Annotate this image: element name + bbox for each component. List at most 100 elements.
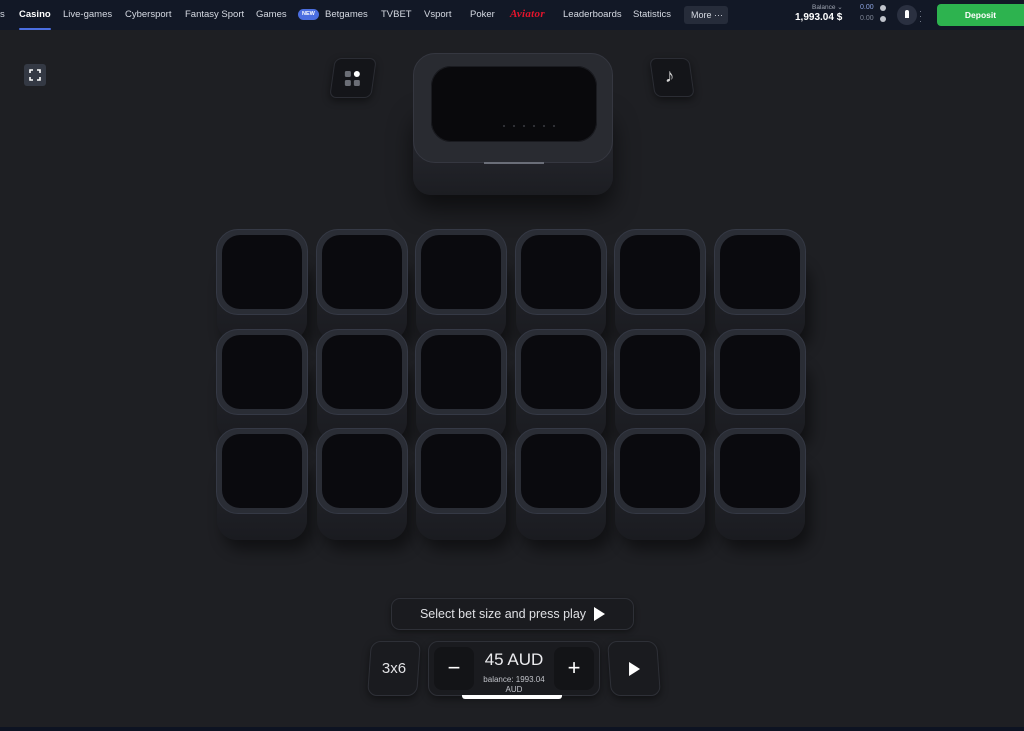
tile-face [719,334,800,409]
tile-face [321,235,402,309]
dispenser-slot [484,162,544,164]
nav-item-statistics[interactable]: Statistics [633,0,671,30]
footer-strip [0,727,1024,731]
tile-top [514,229,607,315]
tile-face [620,235,700,309]
nav-item-poker[interactable]: Poker [470,0,495,30]
tile-face [421,434,501,508]
tile-face [421,235,501,309]
tile-top [415,328,507,415]
grid-menu-icon [344,71,361,87]
top-navigation-bar: s Casino Live-games Cybersport Fantasy S… [0,0,1024,30]
grid-size-label: 3x6 [381,660,407,677]
tile-top [614,328,706,415]
tile-top [315,229,408,315]
tile-face [620,334,700,409]
nav-item-casino[interactable]: Casino [19,0,51,30]
game-tile[interactable] [514,428,607,540]
nav-item-leaderboards[interactable]: Leaderboards [563,0,622,30]
tile-top [216,229,308,315]
music-toggle-button[interactable]: ♪ [649,58,695,97]
nav-item-betgames[interactable]: Betgames [325,0,368,30]
play-icon [629,662,641,676]
game-tile[interactable] [713,428,806,540]
dispenser-indicator-dots [503,125,555,127]
game-tile[interactable] [415,328,507,441]
tile-face [620,434,700,508]
tile-face [719,235,800,309]
tile-top [415,428,507,514]
instruction-text: Select bet size and press play [419,607,587,621]
nav-item-tvbet[interactable]: TVBET [381,0,412,30]
tile-face [321,334,402,409]
tile-top [514,328,607,415]
game-tile[interactable] [614,229,706,341]
tile-top [713,328,806,415]
game-tile[interactable] [415,428,507,540]
fullscreen-icon [29,69,41,81]
tile-top [315,428,408,514]
bet-indicator-bar [462,695,562,699]
tile-top [315,328,408,415]
new-badge: NEW [298,9,319,20]
bonus-balance-2: 0.00 [860,15,874,22]
bonus-gear-icon [880,5,886,11]
game-tile[interactable] [315,428,408,540]
tile-face [520,334,601,409]
game-tile[interactable] [315,328,408,441]
tile-top [415,229,507,315]
tile-face [321,434,402,508]
game-tile[interactable] [614,328,706,441]
kebab-menu-icon[interactable]: · · · [919,7,922,26]
tile-top [216,328,308,415]
grid-size-button[interactable]: 3x6 [367,641,421,696]
ball-dispenser [413,53,613,195]
tile-face [222,235,302,309]
instruction-banner: Select bet size and press play [391,598,634,630]
nav-item-fantasy-sport[interactable]: Fantasy Sport [185,0,244,30]
tile-face [421,334,501,409]
music-note-icon: ♪ [664,66,675,87]
nav-item-aviator[interactable]: Aviator [510,0,545,30]
more-button[interactable]: More ··· [684,6,728,24]
game-menu-button[interactable] [329,58,377,98]
tile-top [216,428,308,514]
fullscreen-button[interactable] [24,64,46,86]
nav-item-partial[interactable]: s [0,0,5,30]
game-tile[interactable] [415,229,507,341]
game-tile[interactable] [216,428,308,540]
game-tile[interactable] [216,328,308,441]
tile-top [514,428,607,514]
tile-face [520,235,601,309]
game-tile[interactable] [614,428,706,540]
tile-face [520,434,601,508]
game-tile[interactable] [713,328,806,441]
tile-top [614,428,706,514]
game-tile[interactable] [514,328,607,441]
dispenser-top [413,53,613,163]
tile-face [222,334,302,409]
balance-value: 1,993.04 $ [795,12,843,23]
deposit-button[interactable]: Deposit [937,4,1024,26]
bonus-balance-1: 0.00 [860,4,874,11]
play-button[interactable] [607,641,661,696]
game-tile[interactable] [216,229,308,341]
nav-item-live-games[interactable]: Live-games [63,0,112,30]
play-icon [594,607,606,621]
tile-top [713,428,806,514]
balance-dropdown[interactable]: Balance ⌄ [812,3,843,11]
nav-item-vsport[interactable]: Vsport [424,0,451,30]
tile-face [719,434,800,508]
nav-item-games[interactable]: Games [256,0,287,30]
tile-face [222,434,302,508]
tile-top [713,229,806,315]
nav-item-cybersport[interactable]: Cybersport [125,0,171,30]
dispenser-screen [431,66,597,142]
bet-panel: − 45 AUD balance: 1993.04 AUD + [428,641,600,699]
tile-top [614,229,706,315]
game-tile[interactable] [315,229,408,341]
game-tile[interactable] [514,229,607,341]
user-profile-button[interactable] [897,5,917,25]
increase-bet-button[interactable]: + [554,647,594,690]
game-tile[interactable] [713,229,806,341]
